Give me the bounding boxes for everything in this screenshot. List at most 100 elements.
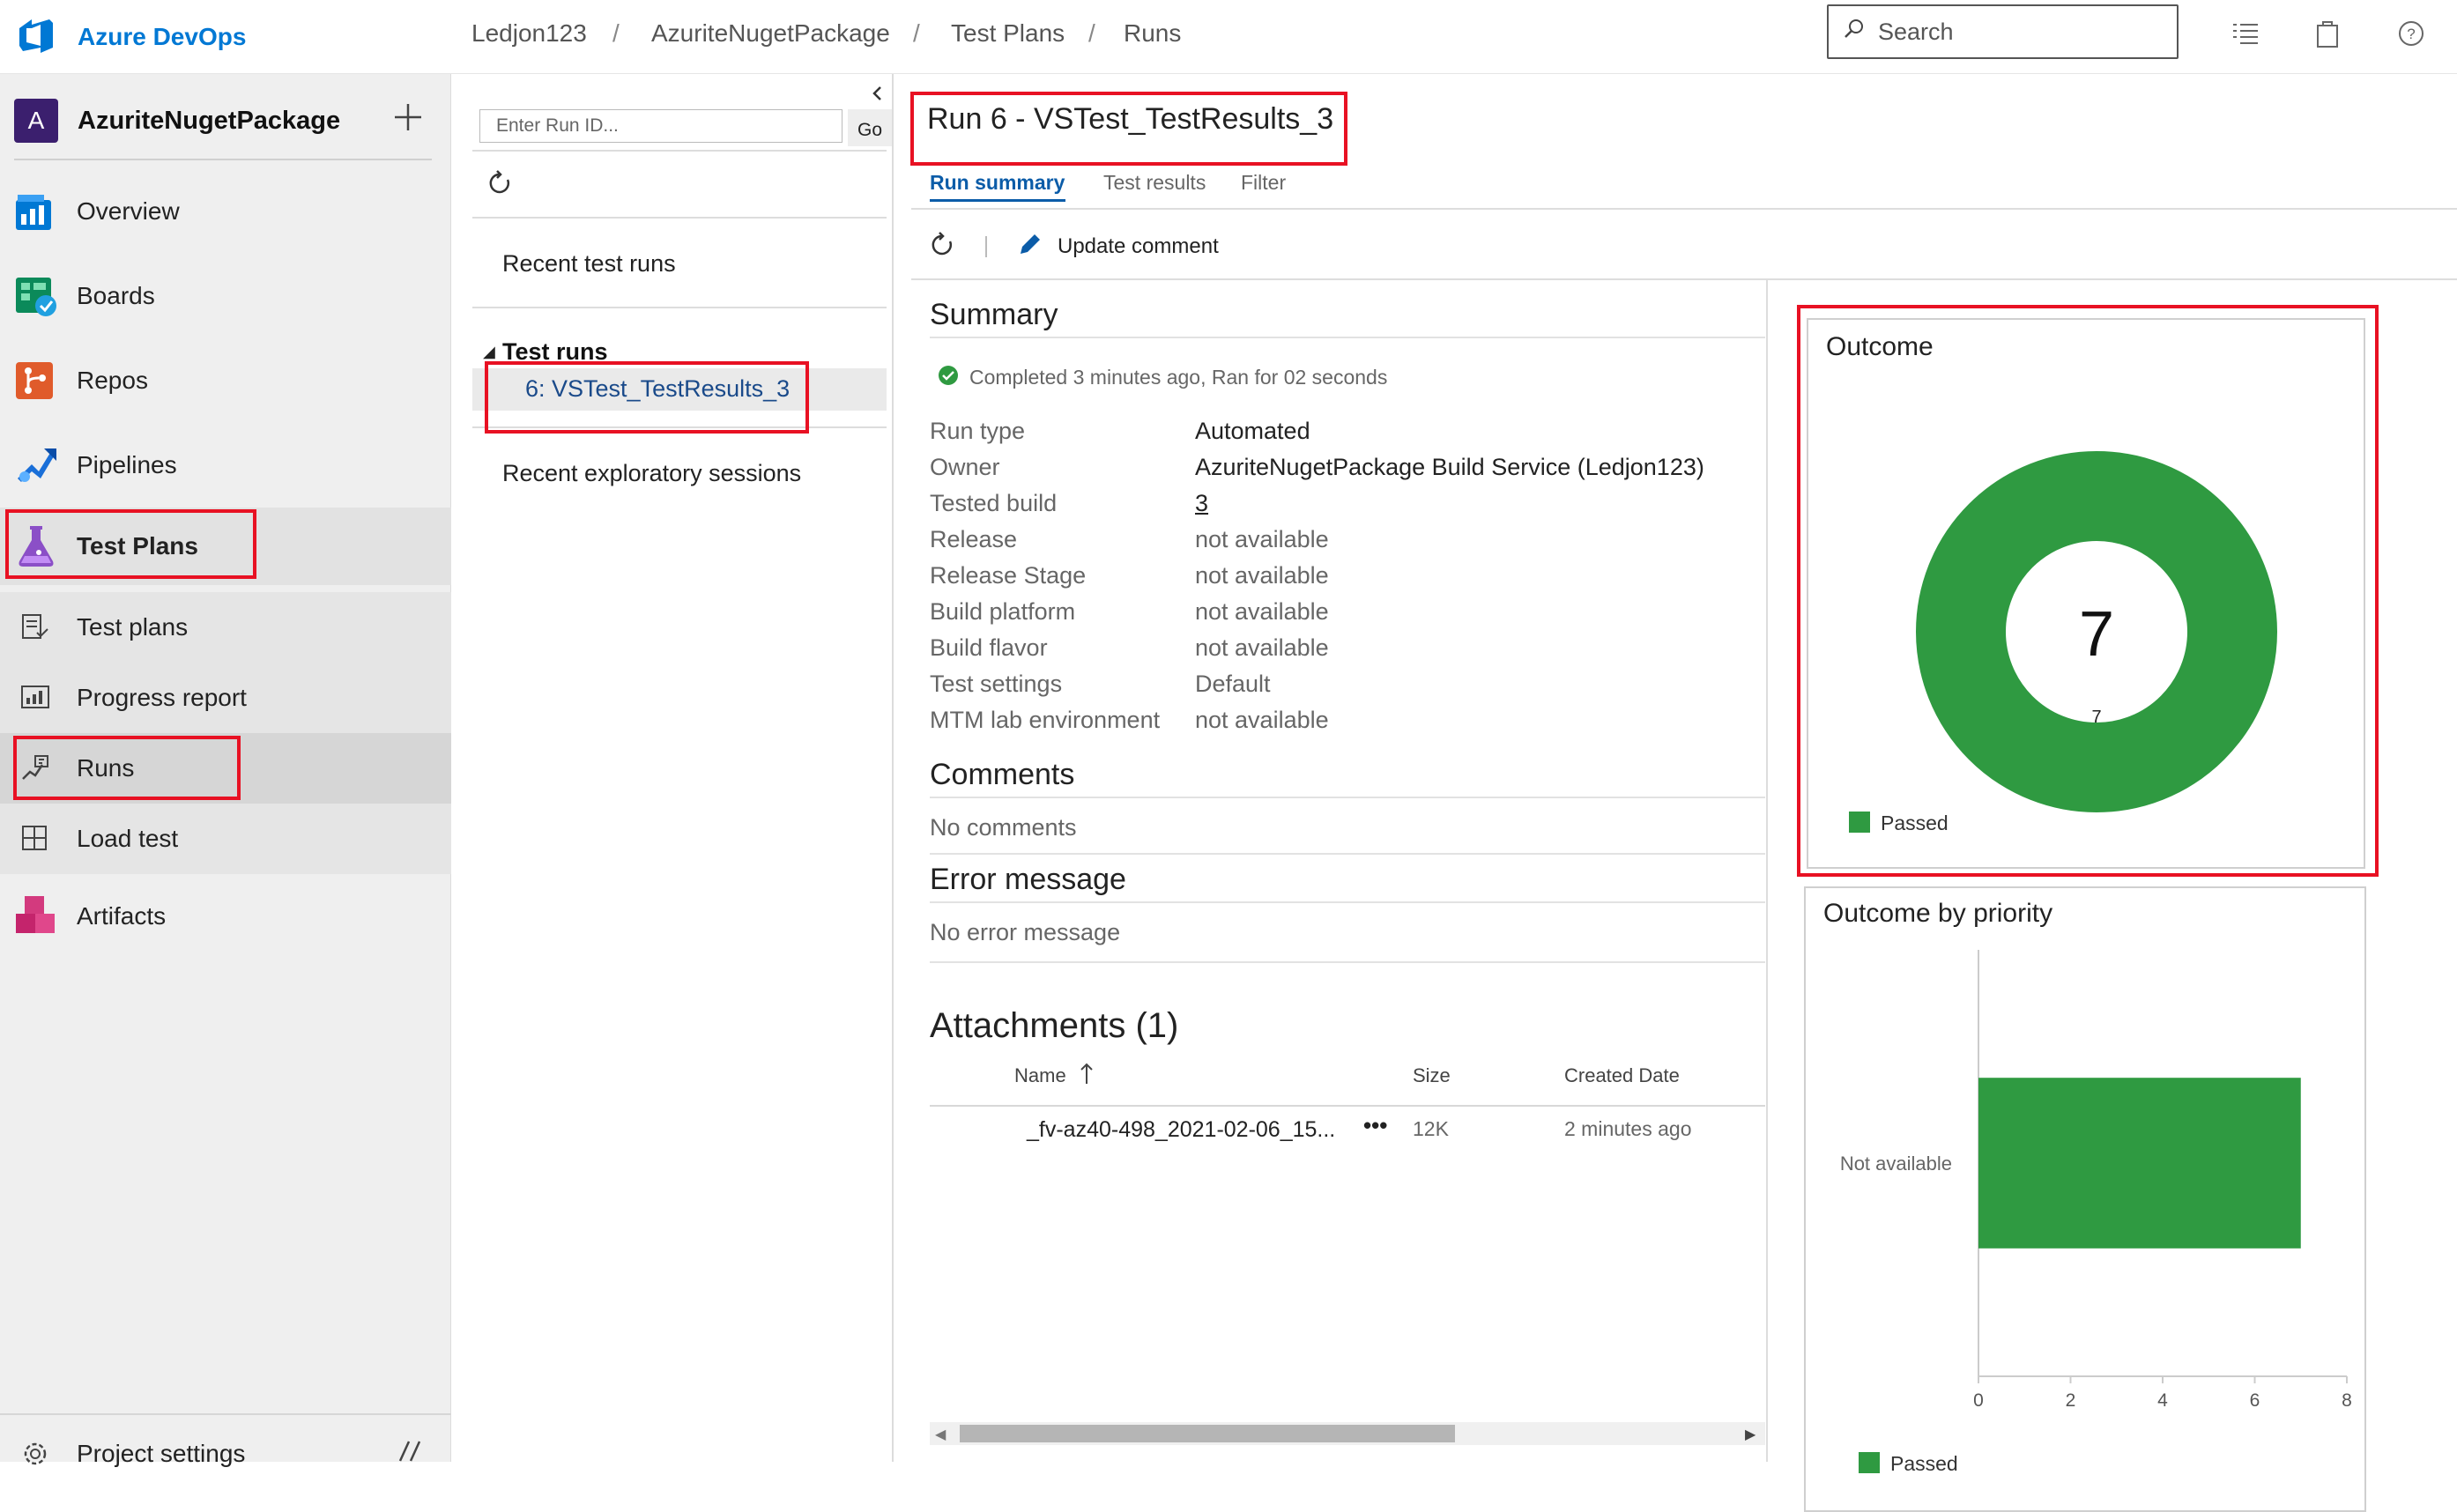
scrollbar-thumb[interactable] xyxy=(960,1425,1455,1442)
priority-legend[interactable]: Passed xyxy=(1890,1452,1958,1476)
run-status-text: Completed 3 minutes ago, Ran for 02 seco… xyxy=(969,366,1388,389)
divider xyxy=(0,1413,451,1415)
tab-run-summary[interactable]: Run summary xyxy=(930,171,1065,195)
error-text: No error message xyxy=(930,919,1121,945)
x-tick-label: 2 xyxy=(2066,1390,2076,1408)
breadcrumb-org[interactable]: Ledjon123 xyxy=(471,19,587,48)
scroll-right-icon[interactable]: ▶ xyxy=(1745,1426,1756,1443)
legend-swatch xyxy=(1859,1452,1880,1473)
nav-repos[interactable]: Repos xyxy=(0,345,451,416)
attachments-title: Attachments (1) xyxy=(930,1006,1179,1045)
project-name: AzuriteNugetPackage xyxy=(78,106,341,135)
nav-overview[interactable]: Overview xyxy=(0,176,451,247)
refresh-icon[interactable] xyxy=(486,169,515,202)
comments-title: Comments xyxy=(930,758,1075,791)
field-value: not available xyxy=(1195,598,1329,625)
nav-pipelines-label: Pipelines xyxy=(77,451,177,478)
nav-project-settings[interactable]: Project settings xyxy=(0,1438,451,1473)
divider xyxy=(472,217,887,219)
brand[interactable]: Azure DevOps xyxy=(16,12,246,62)
breadcrumb-separator: / xyxy=(612,19,620,47)
nav-artifacts[interactable]: Artifacts xyxy=(0,881,451,952)
table-row[interactable]: _fv-az40-498_2021-02-06_15... ••• 12K 2 … xyxy=(930,1107,1765,1156)
tested-build-link[interactable]: 3 xyxy=(1195,490,1208,517)
artifacts-icon xyxy=(12,893,60,940)
comments-text: No comments xyxy=(930,814,1077,841)
breadcrumb-test-plans[interactable]: Test Plans xyxy=(951,19,1065,48)
x-tick-label: 6 xyxy=(2250,1390,2260,1408)
search-box[interactable]: Search xyxy=(1827,4,2179,59)
nav-repos-label: Repos xyxy=(77,367,148,394)
divider xyxy=(930,853,1765,855)
top-bar: Azure DevOps Ledjon123 / AzuriteNugetPac… xyxy=(0,0,2457,74)
tab-filter[interactable]: Filter xyxy=(1241,171,1286,195)
project-avatar: A xyxy=(14,99,58,143)
field-value: not available xyxy=(1195,634,1329,661)
search-icon xyxy=(1843,18,1866,47)
divider xyxy=(911,278,2457,280)
nav-sub-test-plans-label: Test plans xyxy=(77,613,189,641)
shopping-bag-icon[interactable] xyxy=(2310,16,2345,51)
priority-bar-chart: 0 2 4 6 8 Not available xyxy=(1840,950,2352,1408)
divider xyxy=(911,208,2457,210)
summary-title: Summary xyxy=(930,298,1058,331)
refresh-icon[interactable] xyxy=(929,231,957,263)
attachment-name[interactable]: _fv-az40-498_2021-02-06_15... xyxy=(1027,1117,1335,1143)
divider xyxy=(930,961,1765,963)
field-value: Default xyxy=(1195,671,1271,697)
recent-exploratory-sessions[interactable]: Recent exploratory sessions xyxy=(502,460,801,487)
add-icon[interactable] xyxy=(391,100,425,138)
horizontal-scrollbar[interactable]: ◀ ▶ xyxy=(930,1422,1765,1445)
highlight-box xyxy=(485,361,809,434)
nav-sub-test-plans[interactable]: Test plans xyxy=(0,592,451,663)
gear-icon xyxy=(19,1438,51,1474)
repos-icon xyxy=(12,357,60,404)
divider xyxy=(930,901,1765,903)
breadcrumb-separator: / xyxy=(1088,19,1095,47)
help-icon[interactable]: ? xyxy=(2394,16,2429,51)
recent-test-runs[interactable]: Recent test runs xyxy=(502,250,676,278)
runs-panel: Enter Run ID... Go Recent test runs ◢ Te… xyxy=(451,74,894,1462)
tab-test-results[interactable]: Test results xyxy=(1103,171,1206,195)
nav-artifacts-label: Artifacts xyxy=(77,902,167,930)
nav-boards[interactable]: Boards xyxy=(0,261,451,331)
divider xyxy=(472,307,887,308)
nav-pipelines[interactable]: Pipelines xyxy=(0,430,451,500)
highlight-box xyxy=(5,509,256,579)
col-header-size[interactable]: Size xyxy=(1413,1064,1451,1087)
breadcrumb-separator: / xyxy=(913,19,920,47)
sort-up-icon[interactable] xyxy=(1079,1061,1095,1090)
nav-overview-label: Overview xyxy=(77,197,180,225)
divider xyxy=(930,337,1765,338)
collapse-nav-icon[interactable] xyxy=(393,1438,425,1469)
divider xyxy=(14,159,432,160)
scroll-left-icon[interactable]: ◀ xyxy=(935,1426,946,1443)
nav-sub-load-test[interactable]: Load test xyxy=(0,804,451,874)
load-test-icon xyxy=(19,823,51,855)
project-header[interactable]: A AzuriteNugetPackage xyxy=(14,94,340,147)
field-label: MTM lab environment xyxy=(930,707,1161,733)
x-tick-label: 4 xyxy=(2157,1390,2168,1408)
highlight-box xyxy=(1797,305,2379,877)
field-label: Owner xyxy=(930,454,1000,480)
col-header-name[interactable]: Name xyxy=(1014,1064,1066,1087)
more-actions-icon[interactable]: ••• xyxy=(1363,1112,1387,1139)
progress-report-icon xyxy=(19,682,51,714)
breadcrumb-runs[interactable]: Runs xyxy=(1124,19,1181,48)
collapse-panel-icon[interactable] xyxy=(869,85,887,107)
divider xyxy=(930,797,1765,798)
col-header-created[interactable]: Created Date xyxy=(1564,1064,1680,1087)
toolbar-separator xyxy=(985,236,987,257)
tab-indicator xyxy=(930,199,1065,202)
run-id-input[interactable]: Enter Run ID... xyxy=(479,109,843,143)
caret-down-icon[interactable]: ◢ xyxy=(483,343,495,361)
breadcrumb-project[interactable]: AzuriteNugetPackage xyxy=(651,19,890,48)
category-label: Not available xyxy=(1840,1153,1952,1175)
go-button[interactable]: Go xyxy=(848,109,892,146)
update-comment-button[interactable]: Update comment xyxy=(1017,231,1219,262)
field-label: Tested build xyxy=(930,490,1058,516)
list-settings-icon[interactable] xyxy=(2228,16,2263,51)
nav-sub-progress-report[interactable]: Progress report xyxy=(0,663,451,733)
field-value: not available xyxy=(1195,707,1329,733)
field-label: Release Stage xyxy=(930,562,1087,589)
